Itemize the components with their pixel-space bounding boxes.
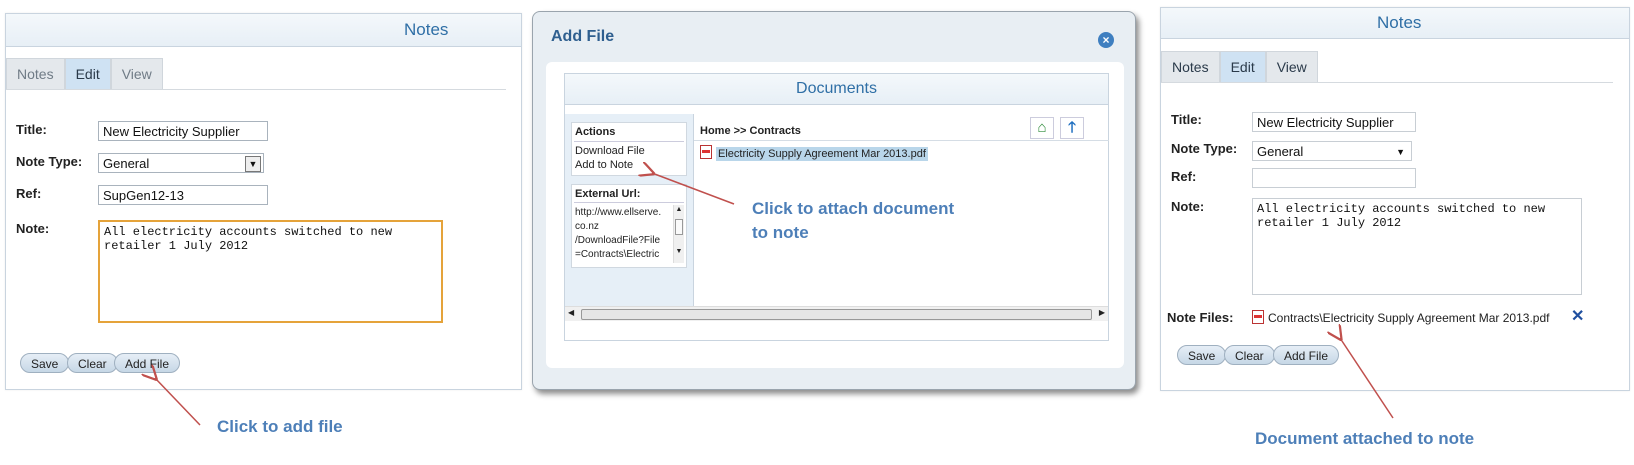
external-url-line: http://www.ellserve. <box>575 207 662 218</box>
add-file-button[interactable]: Add File <box>1273 345 1340 365</box>
scroll-up-icon[interactable]: ▲ <box>674 205 684 215</box>
tab-notes[interactable]: Notes <box>1161 51 1220 82</box>
tabs-divider <box>6 89 506 90</box>
add-file-button[interactable]: Add File <box>114 353 181 373</box>
left-tabs: Notes Edit View <box>6 58 163 89</box>
horizontal-scroll-thumb[interactable] <box>581 309 1092 320</box>
tab-view[interactable]: View <box>110 58 163 89</box>
dropdown-arrow-icon[interactable]: ▼ <box>245 156 261 172</box>
documents-title: Documents <box>796 80 877 97</box>
remove-file-icon[interactable]: ✕ <box>1571 306 1584 326</box>
scroll-left-icon[interactable]: ◀ <box>568 308 574 317</box>
home-icon[interactable]: ⌂ <box>1030 117 1054 139</box>
external-url-header: External Url: <box>575 188 641 200</box>
ref-label: Ref: <box>16 186 42 201</box>
documents-sidebar: Actions Download File Add to Note Extern… <box>565 114 693 306</box>
left-panel-title: Notes <box>404 20 449 39</box>
external-url-divider <box>574 202 684 203</box>
documents-header: Documents <box>565 74 1108 105</box>
note-file-item[interactable]: Contracts\Electricity Supply Agreement M… <box>1252 310 1549 325</box>
tabs-divider <box>1161 82 1613 83</box>
breadcrumb: Home >> Contracts <box>700 125 801 137</box>
left-notes-panel: Notes Notes Edit View Title: New Electri… <box>5 13 522 390</box>
download-file-link[interactable]: Download File <box>575 145 645 157</box>
file-name: Electricity Supply Agreement Mar 2013.pd… <box>716 147 928 161</box>
title-field[interactable]: New Electricity Supplier <box>1252 112 1416 132</box>
title-label: Title: <box>1171 112 1202 127</box>
scroll-thumb[interactable] <box>675 219 683 235</box>
note-type-select[interactable]: General ▼ <box>98 153 264 173</box>
close-icon[interactable]: × <box>1098 32 1114 48</box>
external-url-line: =Contracts\Electric <box>575 249 660 260</box>
note-textarea[interactable]: All electricity accounts switched to new… <box>1252 198 1582 295</box>
tab-view[interactable]: View <box>1265 51 1318 82</box>
save-button[interactable]: Save <box>20 353 70 373</box>
external-url-text[interactable]: http://www.ellserve. co.nz /DownloadFile… <box>575 206 669 262</box>
pdf-file-icon <box>700 145 712 159</box>
annotation-attach-document: Click to attach document to note <box>752 199 955 242</box>
file-item[interactable]: Electricity Supply Agreement Mar 2013.pd… <box>700 145 928 161</box>
add-to-note-link[interactable]: Add to Note <box>575 159 633 171</box>
actions-box: Actions Download File Add to Note <box>571 122 687 176</box>
external-url-line: co.nz <box>575 221 599 232</box>
ref-field[interactable]: SupGen12-13 <box>98 185 268 205</box>
actions-header: Actions <box>575 126 616 138</box>
horizontal-scrollbar[interactable]: ◀ ▶ <box>565 306 1108 321</box>
note-textarea[interactable]: All electricity accounts switched to new… <box>98 220 443 323</box>
right-panel-title: Notes <box>1377 13 1422 32</box>
note-label: Note: <box>16 221 50 236</box>
note-type-label: Note Type: <box>1171 141 1238 156</box>
external-url-box: External Url: http://www.ellserve. co.nz… <box>571 184 687 268</box>
dropdown-arrow-icon[interactable]: ▼ <box>1396 142 1405 162</box>
dialog-title: Add File <box>551 28 615 45</box>
toolbar-divider <box>694 140 1109 141</box>
title-label: Title: <box>16 122 47 137</box>
note-label: Note: <box>1171 199 1205 214</box>
note-type-value: General <box>1257 144 1304 159</box>
ref-field[interactable] <box>1252 168 1416 188</box>
title-field[interactable]: New Electricity Supplier <box>98 121 268 141</box>
note-type-select[interactable]: General ▼ <box>1252 141 1412 161</box>
note-files-label: Note Files: <box>1167 310 1234 325</box>
right-notes-panel: Notes Notes Edit View Title: New Electri… <box>1160 7 1630 391</box>
scroll-down-icon[interactable]: ▼ <box>674 247 684 257</box>
pdf-file-icon <box>1252 310 1264 324</box>
scroll-right-icon[interactable]: ▶ <box>1099 308 1105 317</box>
save-button[interactable]: Save <box>1177 345 1227 365</box>
ref-label: Ref: <box>1171 169 1197 184</box>
note-type-label: Note Type: <box>16 154 83 169</box>
tab-notes[interactable]: Notes <box>6 58 65 89</box>
tab-edit[interactable]: Edit <box>64 58 111 89</box>
note-type-value: General <box>103 156 150 171</box>
note-file-name: Contracts\Electricity Supply Agreement M… <box>1268 311 1550 325</box>
left-panel-header: Notes <box>6 14 521 47</box>
external-url-line: /DownloadFile?File <box>575 235 661 246</box>
tab-edit[interactable]: Edit <box>1219 51 1266 82</box>
right-panel-header: Notes <box>1161 8 1629 39</box>
clear-button[interactable]: Clear <box>1224 345 1275 365</box>
actions-divider <box>574 141 684 142</box>
right-tabs: Notes Edit View <box>1161 51 1318 82</box>
clear-button[interactable]: Clear <box>67 353 118 373</box>
annotation-document-attached: Document attached to note <box>1255 429 1475 448</box>
external-url-scrollbar[interactable]: ▲ ▼ <box>673 205 684 263</box>
up-folder-icon[interactable]: 🡑 <box>1060 117 1084 139</box>
annotation-add-file: Click to add file <box>217 417 343 436</box>
